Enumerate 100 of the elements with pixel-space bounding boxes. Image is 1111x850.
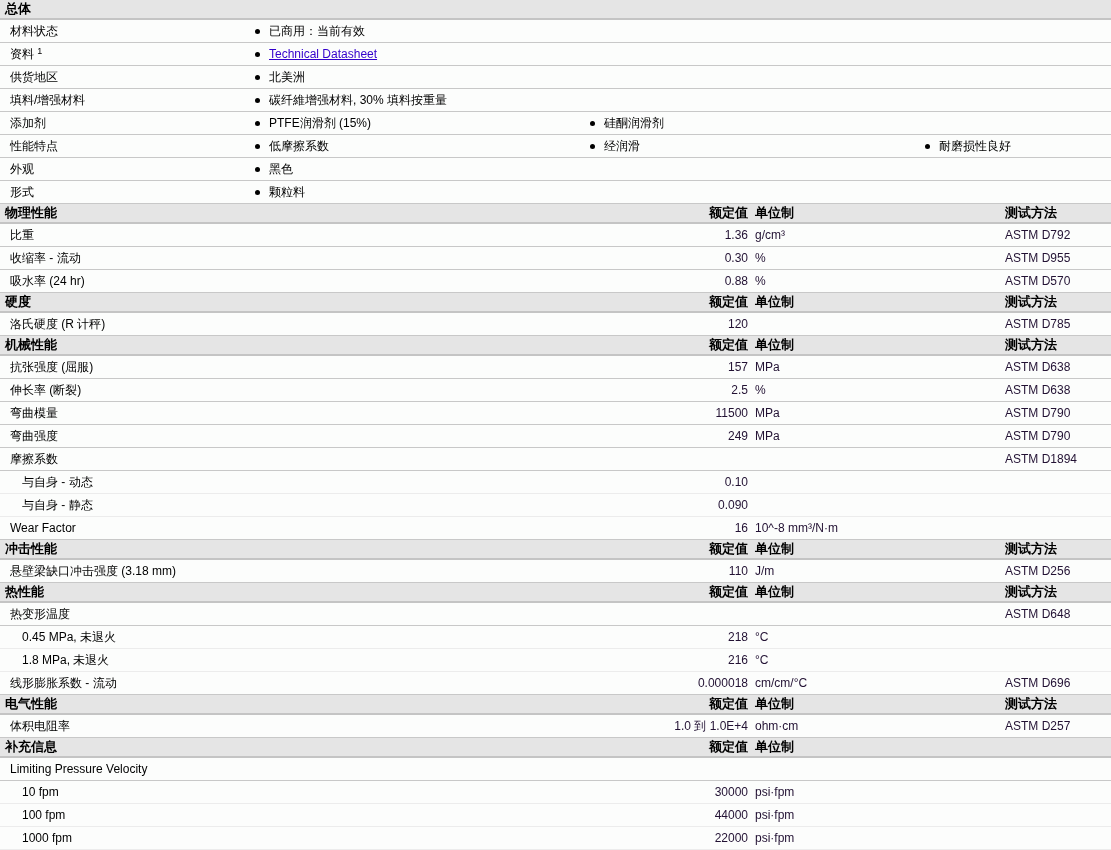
section-title: 硬度: [4, 293, 31, 312]
unit-text: %: [755, 382, 766, 399]
column-header: 额定值: [709, 540, 748, 559]
property-value: 0.88: [724, 273, 748, 290]
property-label: 抗张强度 (屈服): [10, 359, 94, 376]
test-method: ASTM D792: [1005, 227, 1071, 244]
bullet-icon: [255, 143, 260, 149]
column-header: 额定值: [709, 336, 748, 355]
property-value: 2.5: [731, 382, 748, 399]
property-label: 添加剂: [10, 115, 46, 132]
unit-text: psi·fpm: [755, 830, 795, 847]
property-value: 经润滑: [604, 138, 640, 155]
column-header: 额定值: [709, 583, 748, 602]
test-method: ASTM D638: [1005, 382, 1071, 399]
property-label: 外观: [10, 161, 34, 178]
column-header: 测试方法: [1005, 540, 1057, 559]
bullet-icon: [590, 143, 595, 149]
property-label: 1.8 MPa, 未退火: [22, 652, 110, 669]
property-value: 1.36: [724, 227, 748, 244]
column-header: 单位制: [755, 738, 794, 757]
column-header: 测试方法: [1005, 293, 1057, 312]
test-method: ASTM D790: [1005, 428, 1071, 445]
unit-text: MPa: [755, 405, 780, 422]
column-header: 单位制: [755, 695, 794, 714]
unit-text: °C: [755, 652, 769, 669]
bullet-icon: [255, 189, 260, 195]
property-label: 10 fpm: [22, 784, 59, 801]
test-method: ASTM D256: [1005, 563, 1071, 580]
bullet-icon: [255, 166, 260, 172]
property-value: 北美洲: [269, 69, 305, 86]
section-title: 电气性能: [4, 695, 57, 714]
bullet-icon: [255, 28, 260, 34]
property-label: 材料状态: [10, 23, 58, 40]
property-value: 耐磨损性良好: [939, 138, 1011, 155]
unit-text: 10^-8 mm³/N·m: [755, 520, 838, 537]
section-title: 机械性能: [3, 336, 57, 355]
property-value: 已商用：当前有效: [269, 23, 365, 40]
column-header: 额定值: [709, 695, 748, 714]
property-value: 16: [734, 520, 748, 537]
property-value: 120: [727, 316, 748, 333]
property-label: 弯曲模量: [10, 405, 58, 422]
bullet-icon: [590, 120, 595, 126]
property-value: 157: [727, 359, 748, 376]
unit-text: ohm·cm: [755, 718, 799, 735]
property-label: 洛氏硬度 (R 计秤): [10, 316, 106, 333]
property-value: 11500: [715, 405, 748, 422]
property-value: PTFE润滑剂 (15%): [269, 115, 371, 132]
datasheet-link[interactable]: Technical Datasheet: [269, 45, 378, 63]
bullet-icon: [255, 97, 260, 103]
property-label: 伸长率 (断裂): [10, 382, 82, 399]
test-method: ASTM D955: [1005, 250, 1071, 267]
property-label: 填料/增强材料: [10, 92, 86, 109]
column-header: 单位制: [755, 540, 794, 559]
section-title: 热性能: [4, 583, 44, 602]
column-header: 测试方法: [1005, 336, 1057, 355]
property-value: 44000: [714, 807, 748, 824]
property-value: 1.0 到 1.0E+4: [674, 718, 748, 735]
test-method: ASTM D638: [1005, 359, 1071, 376]
property-label: 与自身 - 静态: [22, 497, 93, 514]
bullet-icon: [255, 120, 260, 126]
property-value: 低摩擦系数: [269, 138, 329, 155]
property-label: 性能特点: [10, 138, 58, 155]
property-value: 硅酮润滑剂: [604, 115, 664, 132]
column-header: 测试方法: [1005, 204, 1057, 223]
test-method: ASTM D1894: [1005, 451, 1078, 468]
property-label: 比重: [10, 227, 34, 244]
section-title: 总体: [3, 0, 31, 19]
property-label: 资料 $^{1}$: [10, 45, 43, 63]
column-header: 额定值: [709, 293, 748, 312]
unit-text: %: [755, 273, 766, 290]
property-value: 碳纤維增强材料, 30% 填料按重量: [269, 92, 448, 109]
column-header: 单位制: [755, 204, 794, 223]
property-value: 0.10: [724, 474, 748, 491]
column-header: 测试方法: [1005, 583, 1057, 602]
property-label: Limiting Pressure Velocity: [10, 761, 148, 778]
property-label: 悬壁梁缺口冲击强度 (3.18 mm): [10, 563, 176, 580]
test-method: ASTM D790: [1005, 405, 1071, 422]
property-value: 216: [727, 652, 748, 669]
property-label: 1000 fpm: [22, 830, 73, 847]
unit-text: cm/cm/°C: [755, 675, 808, 692]
property-value: 0.30: [724, 250, 748, 267]
bullet-icon: [925, 143, 930, 149]
property-value: 110: [728, 563, 748, 580]
property-value: 249: [727, 428, 748, 445]
test-method: ASTM D257: [1005, 718, 1071, 735]
property-label: 吸水率 (24 hr): [10, 273, 85, 290]
property-label: Wear Factor: [10, 520, 76, 537]
column-header: 额定值: [709, 204, 748, 223]
property-value: 0.000018: [697, 675, 748, 692]
section-title: 冲击性能: [4, 540, 57, 559]
property-label: 收缩率 - 流动: [10, 250, 81, 267]
column-header: 单位制: [755, 336, 794, 355]
property-label: 100 fpm: [22, 807, 66, 824]
property-value: 0.090: [717, 497, 748, 514]
property-label: 体积电阻率: [10, 718, 70, 735]
property-label: 0.45 MPa, 未退火: [22, 629, 117, 646]
bullet-icon: [255, 51, 260, 57]
column-header: 额定值: [709, 738, 748, 757]
property-value: 30000: [714, 784, 748, 801]
column-header: 单位制: [755, 583, 794, 602]
